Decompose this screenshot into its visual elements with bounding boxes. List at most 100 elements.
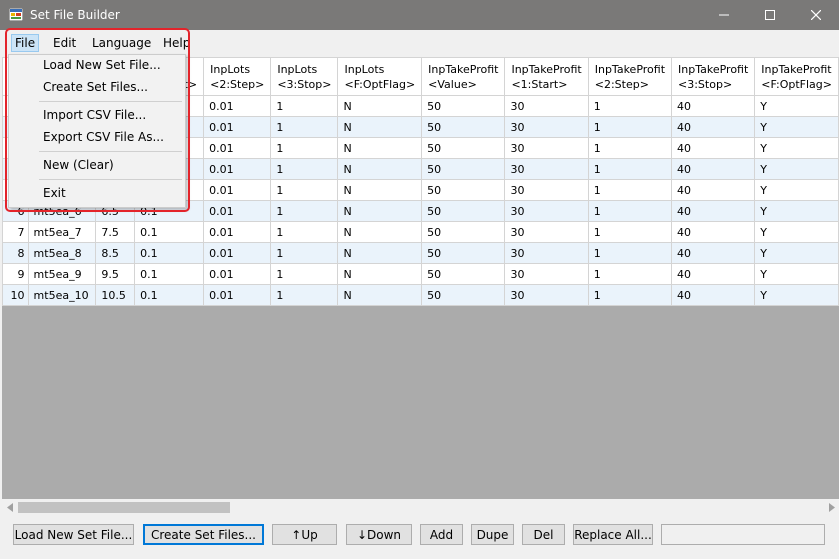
- grid-cell[interactable]: 40: [671, 95, 756, 117]
- grid-cell[interactable]: N: [337, 242, 423, 264]
- grid-cell[interactable]: 0.1: [134, 284, 205, 306]
- grid-cell[interactable]: N: [337, 158, 423, 180]
- grid-cell[interactable]: 1: [587, 158, 673, 180]
- grid-cell[interactable]: 50: [421, 95, 506, 117]
- move-down-button[interactable]: ↓Down: [346, 524, 412, 545]
- grid-cell[interactable]: 40: [671, 263, 756, 285]
- grid-cell[interactable]: 50: [421, 116, 506, 138]
- table-row[interactable]: 7 mt5ea_7 7.5 0.1 0.01 1 N 50 30 1 40 Y: [2, 221, 839, 243]
- grid-cell[interactable]: 30: [504, 179, 589, 201]
- minimize-button[interactable]: [701, 0, 747, 30]
- column-header[interactable]: InpTakeProfit <F:OptFlag>: [754, 57, 839, 96]
- grid-cell[interactable]: 40: [671, 116, 756, 138]
- grid-cell[interactable]: 1: [270, 95, 339, 117]
- grid-cell[interactable]: 9.5: [95, 263, 136, 285]
- create-set-files-button[interactable]: Create Set Files...: [143, 524, 264, 545]
- grid-cell[interactable]: 1: [270, 284, 339, 306]
- column-header[interactable]: InpTakeProfit <2:Step>: [587, 57, 673, 96]
- row-header[interactable]: 7: [2, 221, 29, 243]
- grid-cell[interactable]: 30: [504, 137, 589, 159]
- grid-cell[interactable]: 50: [421, 242, 506, 264]
- grid-cell[interactable]: mt5ea_9: [27, 263, 97, 285]
- grid-cell[interactable]: Y: [754, 200, 839, 222]
- menu-item-import-csv[interactable]: Import CSV File...: [43, 108, 146, 122]
- grid-cell[interactable]: 50: [421, 137, 506, 159]
- grid-cell[interactable]: 1: [587, 263, 673, 285]
- grid-cell[interactable]: 0.01: [203, 158, 272, 180]
- grid-cell[interactable]: N: [337, 284, 423, 306]
- grid-cell[interactable]: N: [337, 95, 423, 117]
- grid-cell[interactable]: 1: [587, 95, 673, 117]
- replace-all-button[interactable]: Replace All...: [573, 524, 653, 545]
- grid-cell[interactable]: 7.5: [95, 221, 136, 243]
- grid-cell[interactable]: 40: [671, 242, 756, 264]
- grid-cell[interactable]: Y: [754, 242, 839, 264]
- menu-item-load-set-file[interactable]: Load New Set File...: [43, 58, 161, 72]
- grid-cell[interactable]: 0.01: [203, 116, 272, 138]
- column-header[interactable]: InpTakeProfit <3:Stop>: [671, 57, 756, 96]
- delete-button[interactable]: Del: [522, 524, 565, 545]
- column-header[interactable]: InpLots <2:Step>: [203, 57, 272, 96]
- menu-item-exit[interactable]: Exit: [43, 186, 66, 200]
- grid-cell[interactable]: 1: [587, 179, 673, 201]
- grid-cell[interactable]: N: [337, 263, 423, 285]
- grid-cell[interactable]: 0.01: [203, 137, 272, 159]
- row-header[interactable]: 8: [2, 242, 29, 264]
- scroll-right-icon[interactable]: [828, 503, 836, 512]
- menu-help[interactable]: Help: [159, 34, 194, 52]
- grid-cell[interactable]: N: [337, 137, 423, 159]
- close-button[interactable]: [793, 0, 839, 30]
- move-up-button[interactable]: ↑Up: [272, 524, 337, 545]
- grid-cell[interactable]: 40: [671, 158, 756, 180]
- menu-language[interactable]: Language: [88, 34, 155, 52]
- column-header[interactable]: InpLots <F:OptFlag>: [337, 57, 423, 96]
- grid-cell[interactable]: 1: [270, 242, 339, 264]
- grid-cell[interactable]: 1: [587, 221, 673, 243]
- grid-cell[interactable]: 0.01: [203, 284, 272, 306]
- grid-cell[interactable]: 8.5: [95, 242, 136, 264]
- grid-cell[interactable]: 30: [504, 221, 589, 243]
- grid-cell[interactable]: 50: [421, 200, 506, 222]
- grid-cell[interactable]: 50: [421, 284, 506, 306]
- column-header[interactable]: InpTakeProfit <Value>: [421, 57, 506, 96]
- grid-cell[interactable]: Y: [754, 116, 839, 138]
- grid-cell[interactable]: 40: [671, 200, 756, 222]
- grid-cell[interactable]: 0.01: [203, 95, 272, 117]
- grid-cell[interactable]: 1: [587, 200, 673, 222]
- grid-cell[interactable]: Y: [754, 263, 839, 285]
- grid-cell[interactable]: Y: [754, 95, 839, 117]
- grid-cell[interactable]: Y: [754, 179, 839, 201]
- grid-cell[interactable]: 1: [270, 158, 339, 180]
- table-row[interactable]: 9 mt5ea_9 9.5 0.1 0.01 1 N 50 30 1 40 Y: [2, 263, 839, 285]
- row-header[interactable]: 9: [2, 263, 29, 285]
- grid-cell[interactable]: N: [337, 221, 423, 243]
- grid-cell[interactable]: 1: [587, 137, 673, 159]
- maximize-button[interactable]: [747, 0, 793, 30]
- grid-cell[interactable]: mt5ea_7: [27, 221, 97, 243]
- grid-cell[interactable]: Y: [754, 221, 839, 243]
- grid-cell[interactable]: 1: [587, 116, 673, 138]
- menu-edit[interactable]: Edit: [49, 34, 80, 52]
- grid-cell[interactable]: 30: [504, 95, 589, 117]
- grid-cell[interactable]: 1: [270, 116, 339, 138]
- grid-cell[interactable]: N: [337, 179, 423, 201]
- grid-cell[interactable]: 10.5: [95, 284, 136, 306]
- menu-item-export-csv[interactable]: Export CSV File As...: [43, 130, 164, 144]
- column-header[interactable]: InpTakeProfit <1:Start>: [504, 57, 589, 96]
- grid-cell[interactable]: 50: [421, 179, 506, 201]
- grid-cell[interactable]: 50: [421, 263, 506, 285]
- grid-cell[interactable]: 1: [270, 179, 339, 201]
- grid-cell[interactable]: 0.01: [203, 263, 272, 285]
- grid-cell[interactable]: 0.1: [134, 221, 205, 243]
- menu-item-new-clear[interactable]: New (Clear): [43, 158, 114, 172]
- grid-cell[interactable]: 1: [270, 200, 339, 222]
- horizontal-scrollbar[interactable]: [2, 499, 839, 516]
- grid-cell[interactable]: 30: [504, 284, 589, 306]
- grid-cell[interactable]: 30: [504, 116, 589, 138]
- grid-cell[interactable]: 1: [270, 221, 339, 243]
- scrollbar-thumb[interactable]: [18, 502, 230, 513]
- table-row[interactable]: 8 mt5ea_8 8.5 0.1 0.01 1 N 50 30 1 40 Y: [2, 242, 839, 264]
- grid-cell[interactable]: 30: [504, 242, 589, 264]
- grid-cell[interactable]: 0.01: [203, 242, 272, 264]
- grid-cell[interactable]: 0.01: [203, 221, 272, 243]
